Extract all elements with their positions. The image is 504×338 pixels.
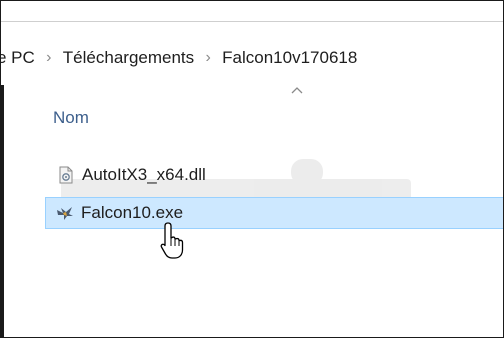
breadcrumb-separator-icon[interactable]: › <box>35 49 63 67</box>
breadcrumb-item-current-folder[interactable]: Falcon10v170618 <box>222 48 357 68</box>
dll-file-icon <box>59 166 73 184</box>
file-name: Falcon10.exe <box>81 203 184 222</box>
list-item-autoitx3-dll[interactable]: AutoItX3_x64.dll <box>45 159 465 191</box>
mouse-pointer-icon <box>160 222 184 259</box>
window-left-edge <box>1 85 4 337</box>
column-header-name[interactable]: Nom <box>53 108 89 128</box>
sort-ascending-icon[interactable] <box>290 85 304 95</box>
toolbar-divider <box>1 21 503 22</box>
falcon-exe-icon <box>57 207 73 220</box>
breadcrumb-separator-icon[interactable]: › <box>194 49 222 67</box>
breadcrumb[interactable]: e PC › Téléchargements › Falcon10v170618 <box>1 41 503 75</box>
file-name: AutoItX3_x64.dll <box>82 165 206 184</box>
file-explorer-window: e PC › Téléchargements › Falcon10v170618… <box>0 0 504 338</box>
breadcrumb-item-downloads[interactable]: Téléchargements <box>63 48 194 68</box>
breadcrumb-item-this-pc[interactable]: e PC <box>1 48 35 68</box>
list-item-falcon10-exe[interactable]: Falcon10.exe <box>45 197 503 229</box>
